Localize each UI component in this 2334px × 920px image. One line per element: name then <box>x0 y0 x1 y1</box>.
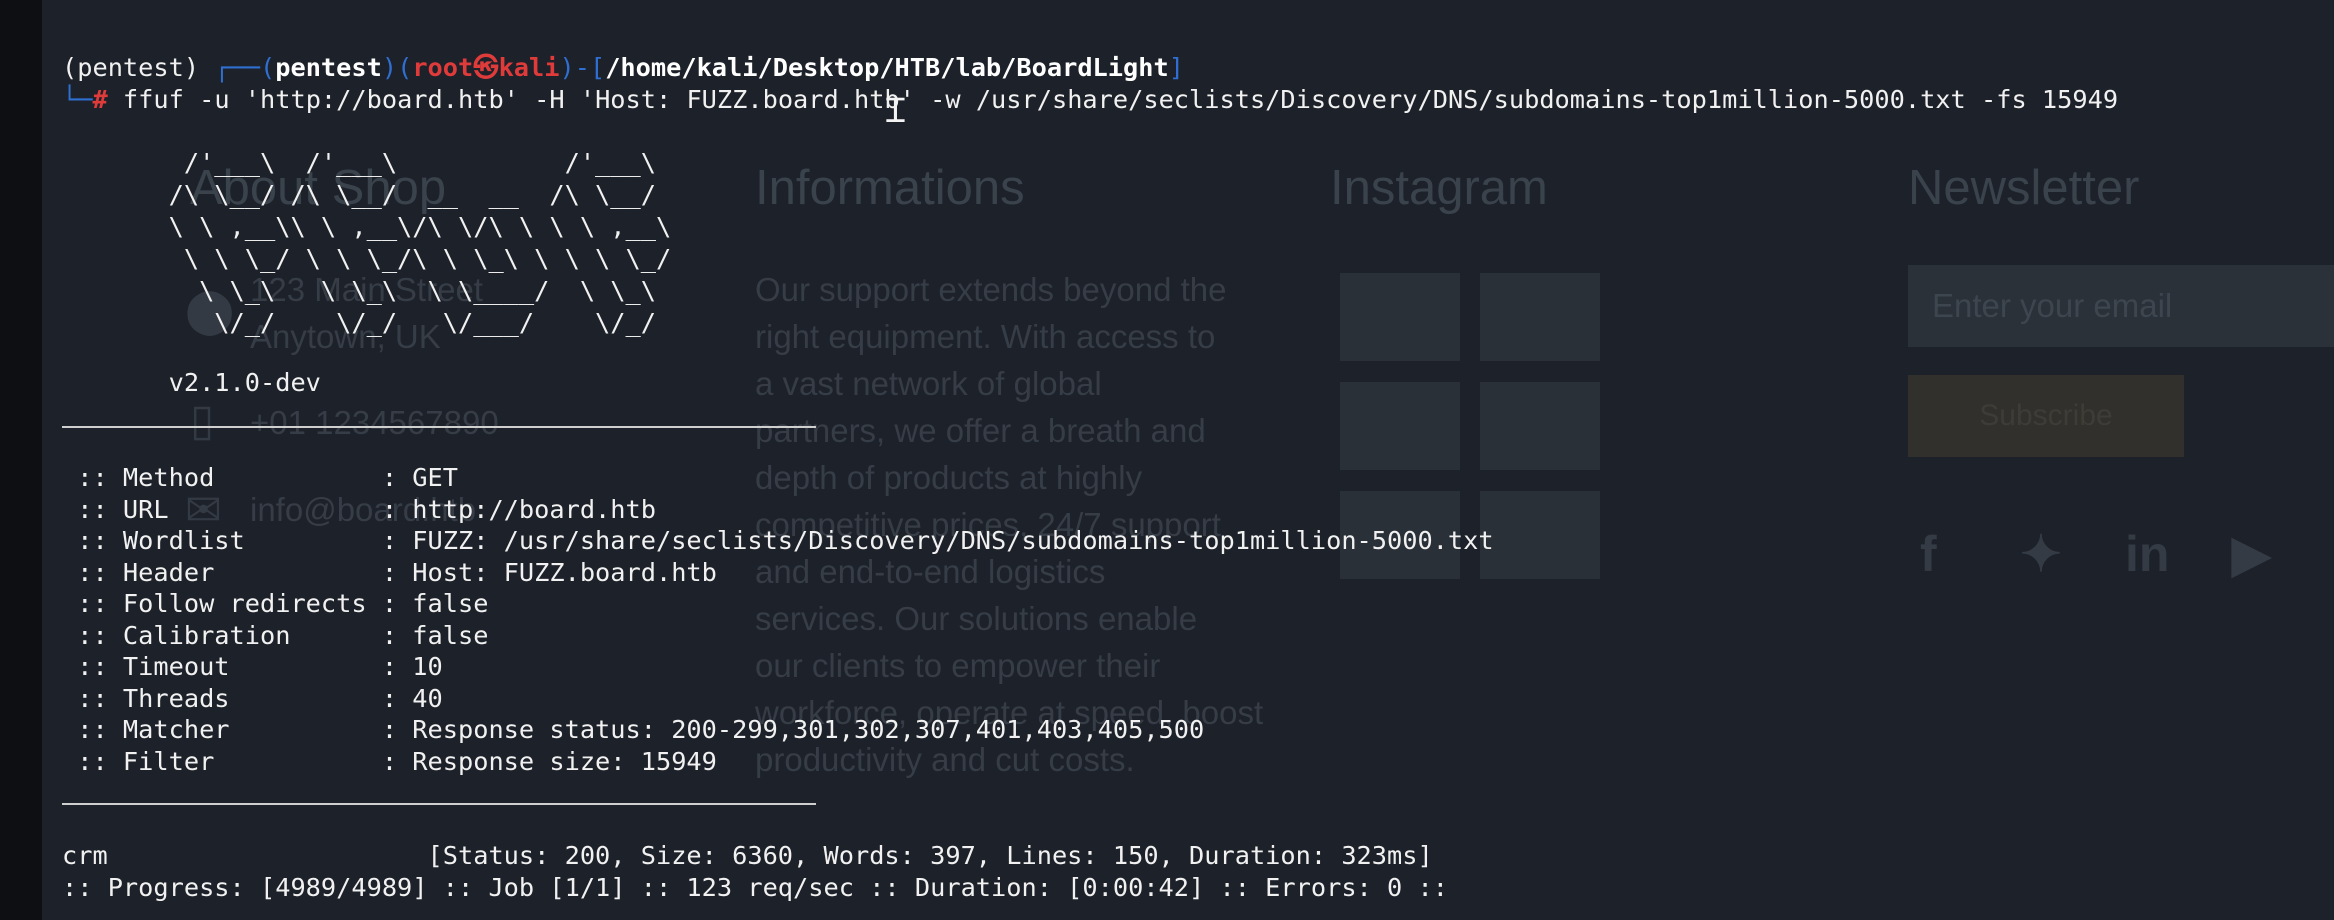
config-line-timeout: :: Timeout : 10 <box>62 652 443 681</box>
prompt-root-user: root <box>412 53 474 82</box>
command-line[interactable]: └─# ffuf -u 'http://board.htb' -H 'Host:… <box>62 84 2118 115</box>
banner-line: /\ \__/ /\ \__/ __ __ /\ \__/ <box>62 180 763 209</box>
divider <box>62 426 816 428</box>
config-line-header: :: Header : Host: FUZZ.board.htb <box>62 558 717 587</box>
config-line-wordlist: :: Wordlist : FUZZ: /usr/share/seclists/… <box>62 526 1494 555</box>
prompt-hash: # <box>92 85 108 114</box>
config-line-method: :: Method : GET <box>62 463 458 492</box>
prompt-separator: )-[ <box>559 53 606 82</box>
banner-line: \ \_\ \ \_\ \ \____/ \ \_\ <box>62 276 763 305</box>
prompt-box-close: └─ <box>62 85 93 114</box>
result-line: crm [Status: 200, Size: 6360, Words: 397… <box>62 841 1433 870</box>
version-line: v2.1.0-dev <box>62 368 321 397</box>
prompt-bracket: ] <box>1168 53 1184 82</box>
progress-line: :: Progress: [4989/4989] :: Job [1/1] ::… <box>62 873 1448 902</box>
prompt-paren: ) <box>381 53 398 82</box>
banner-line: \ \ ,__\\ \ ,__\/\ \/\ \ \ \ ,__\ <box>62 212 763 241</box>
config-line-matcher: :: Matcher : Response status: 200-299,30… <box>62 715 1205 744</box>
prompt-line: (pentest) ┌──(pentest)(root㉿kali)-[/home… <box>62 52 1184 83</box>
command-text[interactable]: ffuf -u 'http://board.htb' -H 'Host: FUZ… <box>108 85 2118 114</box>
divider <box>62 803 816 805</box>
prompt-user: pentest <box>275 53 382 82</box>
banner-line: /'___\ /'___\ /'___\ <box>62 148 763 177</box>
text-cursor-icon: Ɪ <box>886 91 905 131</box>
venv-label: (pentest) <box>62 53 200 82</box>
prompt-host: kali <box>498 53 560 82</box>
config-line-follow-redirects: :: Follow redirects : false <box>62 589 489 618</box>
banner-line: \/_/ \/_/ \/___/ \/_/ <box>62 308 763 337</box>
banner-line: \ \ \_/ \ \ \_/\ \ \_\ \ \ \ \_/ <box>62 244 763 273</box>
prompt-paren: ( <box>397 53 413 82</box>
terminal[interactable]: (pentest) ┌──(pentest)(root㉿kali)-[/home… <box>0 0 2334 920</box>
config-line-url: :: URL : http://board.htb <box>62 495 656 524</box>
config-line-threads: :: Threads : 40 <box>62 684 443 713</box>
prompt-box-open: ┌──( <box>214 53 276 82</box>
skull-icon: ㉿ <box>473 53 499 82</box>
prompt-path: /home/kali/Desktop/HTB/lab/BoardLight <box>605 53 1169 82</box>
config-line-filter: :: Filter : Response size: 15949 <box>62 747 717 776</box>
config-line-calibration: :: Calibration : false <box>62 621 489 650</box>
